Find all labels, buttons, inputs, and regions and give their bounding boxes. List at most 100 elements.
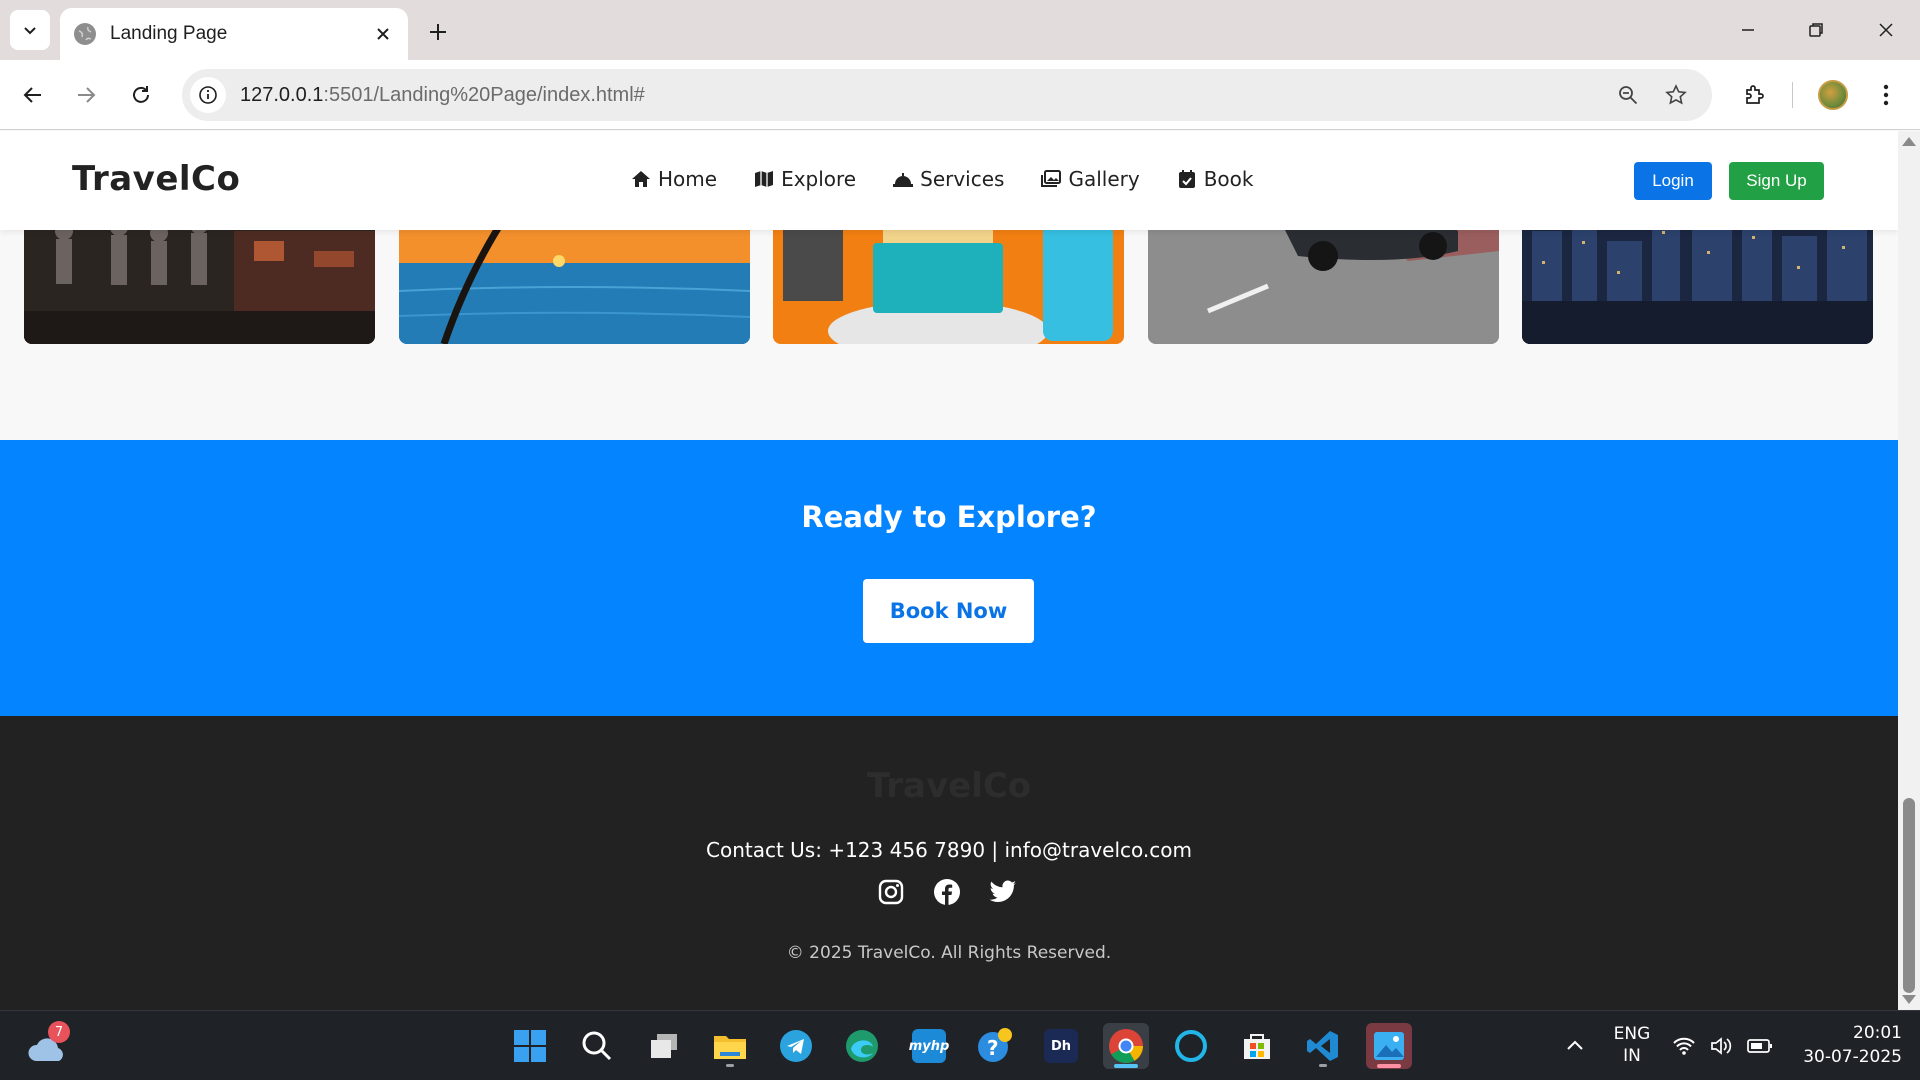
plus-icon xyxy=(430,24,446,40)
minimize-button[interactable] xyxy=(1724,10,1772,50)
nav-link-explore[interactable]: Explore xyxy=(753,167,856,191)
zoom-icon[interactable] xyxy=(1610,77,1646,113)
images-icon xyxy=(1041,170,1062,187)
globe-icon xyxy=(74,23,96,45)
site-footer: TravelCo Contact Us: +123 456 7890 | inf… xyxy=(0,716,1898,1010)
arrow-left-icon xyxy=(23,87,41,103)
browser-menu-button[interactable] xyxy=(1868,77,1904,113)
copyright-text: © 2025 TravelCo. All Rights Reserved. xyxy=(786,943,1112,963)
clock[interactable]: 20:01 30-07-2025 xyxy=(1786,1021,1902,1069)
wifi-icon xyxy=(1673,1037,1695,1055)
puzzle-icon xyxy=(1746,85,1764,104)
start-button[interactable] xyxy=(507,1023,553,1069)
restore-button[interactable] xyxy=(1792,10,1840,50)
book-now-button[interactable]: Book Now xyxy=(863,579,1034,643)
cortana-app[interactable] xyxy=(1168,1023,1214,1069)
facebook-icon[interactable] xyxy=(933,878,961,906)
site-logo[interactable]: TravelCo xyxy=(72,159,240,199)
more-vertical-icon xyxy=(1883,84,1889,106)
task-view-icon xyxy=(651,1034,677,1058)
minimize-icon xyxy=(1742,29,1754,31)
profile-button[interactable] xyxy=(1815,77,1851,113)
footer-logo: TravelCo xyxy=(866,766,1032,806)
search-icon xyxy=(582,1031,612,1061)
close-tab-icon[interactable] xyxy=(372,23,394,45)
home-icon xyxy=(632,171,650,187)
input-language-indicator[interactable]: ENG IN xyxy=(1606,1023,1658,1067)
browser-tab[interactable]: Landing Page xyxy=(60,8,408,60)
svg-text:?: ? xyxy=(987,1036,999,1060)
battery-status[interactable] xyxy=(1741,1023,1779,1069)
store-icon xyxy=(1244,1034,1270,1059)
weather-widget[interactable]: 7 xyxy=(26,1021,70,1067)
page-scrollbar[interactable] xyxy=(1898,131,1920,1010)
microsoft-store-app[interactable] xyxy=(1234,1023,1280,1069)
reload-button[interactable] xyxy=(123,77,159,113)
edge-app[interactable] xyxy=(839,1023,885,1069)
tab-search-button[interactable] xyxy=(10,10,50,50)
ring-icon xyxy=(1175,1030,1207,1062)
cta-title: Ready to Explore? xyxy=(801,500,1097,534)
scroll-down-arrow-icon[interactable] xyxy=(1902,995,1916,1004)
login-button[interactable]: Login xyxy=(1634,162,1712,200)
site-info-icon[interactable] xyxy=(190,77,226,113)
bell-icon xyxy=(893,173,914,187)
close-window-button[interactable] xyxy=(1862,10,1910,50)
dh-app[interactable]: Dh xyxy=(1038,1023,1084,1069)
close-icon xyxy=(1879,23,1893,37)
new-tab-button[interactable] xyxy=(420,14,456,50)
address-bar[interactable]: 127.0.0.1:5501/Landing%20Page/index.html… xyxy=(182,69,1712,121)
footer-contact: Contact Us: +123 456 7890 | info@travelc… xyxy=(706,838,1192,862)
vscode-icon xyxy=(1307,1031,1338,1061)
url-text: 127.0.0.1:5501/Landing%20Page/index.html… xyxy=(240,83,645,106)
dh-icon: Dh xyxy=(1044,1029,1078,1063)
avatar xyxy=(1818,80,1848,110)
vscode-app[interactable] xyxy=(1300,1023,1346,1069)
arrow-right-icon xyxy=(78,87,96,103)
scrollbar-thumb[interactable] xyxy=(1903,798,1915,993)
signup-button[interactable]: Sign Up xyxy=(1729,162,1824,200)
get-help-app[interactable]: ? xyxy=(972,1023,1018,1069)
task-view-button[interactable] xyxy=(641,1023,687,1069)
wifi-status[interactable] xyxy=(1665,1023,1703,1069)
reload-icon xyxy=(133,86,149,103)
speaker-icon xyxy=(1711,1037,1732,1055)
chevron-down-icon xyxy=(24,27,36,35)
myhp-app[interactable]: myhp xyxy=(906,1023,952,1069)
cta-section: Ready to Explore? Book Now xyxy=(0,440,1898,716)
site-header: TravelCo Home Explore Services Gallery B… xyxy=(0,131,1898,230)
instagram-icon[interactable] xyxy=(877,878,905,906)
page-viewport: TravelCo Home Explore Services Gallery B… xyxy=(0,131,1898,1010)
map-icon xyxy=(755,171,774,187)
windows-logo-icon xyxy=(514,1030,546,1062)
social-links xyxy=(877,878,1017,906)
scroll-up-arrow-icon[interactable] xyxy=(1902,137,1916,146)
browser-toolbar: 127.0.0.1:5501/Landing%20Page/index.html… xyxy=(0,60,1920,130)
telegram-app[interactable] xyxy=(773,1023,819,1069)
site-nav: Home Explore Services Gallery Book xyxy=(630,167,1253,191)
nav-link-book[interactable]: Book xyxy=(1176,167,1253,191)
toolbar-separator xyxy=(1792,82,1793,108)
twitter-icon[interactable] xyxy=(989,878,1017,906)
volume-status[interactable] xyxy=(1703,1023,1741,1069)
restore-icon xyxy=(1809,23,1823,37)
photos-app[interactable] xyxy=(1366,1023,1412,1069)
file-explorer-app[interactable] xyxy=(707,1023,753,1069)
taskbar-search[interactable] xyxy=(574,1023,620,1069)
bookmark-star-icon[interactable] xyxy=(1658,77,1694,113)
nav-link-home[interactable]: Home xyxy=(630,167,717,191)
telegram-icon xyxy=(780,1030,812,1062)
edge-icon xyxy=(846,1030,878,1062)
extensions-button[interactable] xyxy=(1736,77,1772,113)
tab-title: Landing Page xyxy=(110,23,228,44)
nav-link-gallery[interactable]: Gallery xyxy=(1040,167,1140,191)
show-hidden-icons-button[interactable] xyxy=(1552,1023,1598,1069)
nav-link-services[interactable]: Services xyxy=(892,167,1004,191)
calendar-check-icon xyxy=(1178,170,1195,188)
help-icon: ? xyxy=(978,1028,1012,1062)
back-button[interactable] xyxy=(15,77,51,113)
folder-icon xyxy=(714,1036,746,1059)
myhp-icon: myhp xyxy=(909,1029,949,1063)
chrome-app[interactable] xyxy=(1103,1023,1149,1069)
forward-button[interactable] xyxy=(68,77,104,113)
